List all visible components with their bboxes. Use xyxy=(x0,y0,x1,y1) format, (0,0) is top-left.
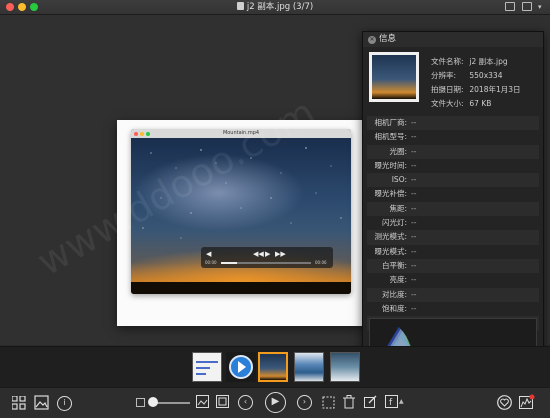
exif-table: 相机厂商: -- 相机型号: -- 光圈: -- 曝光时间: -- ISO: -- 曝光补… xyxy=(367,116,539,331)
close-info-icon[interactable]: ✕ xyxy=(368,35,376,44)
fit-view-icon[interactable] xyxy=(216,395,229,408)
svg-text:f: f xyxy=(389,398,393,408)
info-icon[interactable]: i xyxy=(57,396,72,411)
file-icon xyxy=(236,2,244,10)
exif-row: 曝光时间: -- xyxy=(374,160,417,170)
edit-icon[interactable] xyxy=(364,395,377,408)
photo-content: Mountain.mp4 ◀︎ ◀◀ ▶ ▶▶ 00:00 00:06 xyxy=(131,129,351,294)
previous-button[interactable]: ‹ xyxy=(238,395,253,410)
next-button[interactable]: › xyxy=(297,395,312,410)
meta-date: 拍摄日期: 2018年1月3日 xyxy=(431,85,521,94)
play-slideshow-button[interactable]: ▶ xyxy=(265,392,286,413)
exif-row: 对比度: -- xyxy=(367,287,539,302)
facebook-share-icon[interactable]: f xyxy=(385,395,398,408)
more-icon[interactable]: ▾ xyxy=(538,3,542,11)
filmstrip xyxy=(0,346,550,387)
info-panel: ✕ 信息 文件名称: j2 副本.jpg 分辨率: 550x334 拍摄日期: … xyxy=(362,31,544,391)
video-time-total: 00:06 xyxy=(315,260,327,265)
zoom-in-icon[interactable] xyxy=(196,395,209,408)
exif-row: ISO: -- xyxy=(367,173,539,188)
video-time-elapsed: 00:00 xyxy=(205,260,217,265)
grid-view-icon[interactable] xyxy=(12,396,26,410)
exif-row: 饱和度: -- xyxy=(381,303,417,313)
video-progress-track xyxy=(221,262,311,264)
exif-row: 光圈: -- xyxy=(367,144,539,159)
thumbnail-4[interactable] xyxy=(294,352,324,382)
exif-row: 焦距: -- xyxy=(367,201,539,217)
crop-select-icon[interactable] xyxy=(322,396,335,409)
exif-row: 闪光灯: -- xyxy=(381,218,417,228)
video-controls: ◀︎ ◀◀ ▶ ▶▶ 00:00 00:06 xyxy=(201,247,333,268)
video-progress-fill xyxy=(221,262,237,264)
zoom-out-icon[interactable] xyxy=(136,398,145,407)
inner-window-bar: Mountain.mp4 xyxy=(131,129,351,138)
meta-resolution: 分辨率: 550x334 xyxy=(431,71,503,80)
favorite-icon[interactable] xyxy=(497,395,512,410)
bottom-toolbar: i ‹ ▶ › f ▲ xyxy=(0,387,550,418)
inner-window-title: Mountain.mp4 xyxy=(222,130,260,136)
sidebar-toggle-icon[interactable] xyxy=(505,2,515,11)
histogram-toggle-icon[interactable] xyxy=(519,394,535,410)
exif-row: 相机厂商: -- xyxy=(367,116,539,131)
share-menu-icon[interactable]: ▲ xyxy=(399,398,404,405)
fast-forward-icon: ▶▶ xyxy=(275,250,286,258)
exif-row: 相机型号: -- xyxy=(374,132,417,142)
meta-filename: 文件名称: j2 副本.jpg xyxy=(431,57,508,66)
meta-filesize: 文件大小: 67 KB xyxy=(431,99,492,108)
thumbnail-2[interactable] xyxy=(226,352,256,382)
mountain-silhouette xyxy=(131,282,351,294)
split-view-icon[interactable] xyxy=(522,2,532,11)
exif-row: 曝光模式: -- xyxy=(374,246,417,256)
exif-row: 白平衡: -- xyxy=(367,258,539,274)
window-title: j2 副本.jpg (3/7) xyxy=(246,2,314,12)
exif-row: 曝光补偿: -- xyxy=(374,189,417,199)
info-title: 信息 xyxy=(379,34,397,44)
window-title-wrap: j2 副本.jpg (3/7) xyxy=(0,0,550,14)
title-bar: j2 副本.jpg (3/7) ▾ xyxy=(0,0,550,15)
zoom-slider-knob[interactable] xyxy=(148,397,158,407)
thumbnail-5[interactable] xyxy=(330,352,360,382)
rewind-icon: ◀◀ xyxy=(253,250,264,258)
trash-icon[interactable] xyxy=(343,395,355,409)
play-icon: ▶ xyxy=(265,250,271,258)
exif-row: 亮度: -- xyxy=(389,275,417,285)
thumbnail-3-selected[interactable] xyxy=(258,352,288,382)
photo-canvas: Mountain.mp4 ◀︎ ◀◀ ▶ ▶▶ 00:00 00:06 xyxy=(117,120,367,326)
volume-icon: ◀︎ xyxy=(206,250,212,258)
info-thumbnail xyxy=(369,52,419,102)
info-header: ✕ 信息 xyxy=(363,32,543,47)
exif-row: 测光模式: -- xyxy=(367,230,539,245)
thumbnail-1[interactable] xyxy=(192,352,222,382)
single-image-icon[interactable] xyxy=(34,395,49,410)
